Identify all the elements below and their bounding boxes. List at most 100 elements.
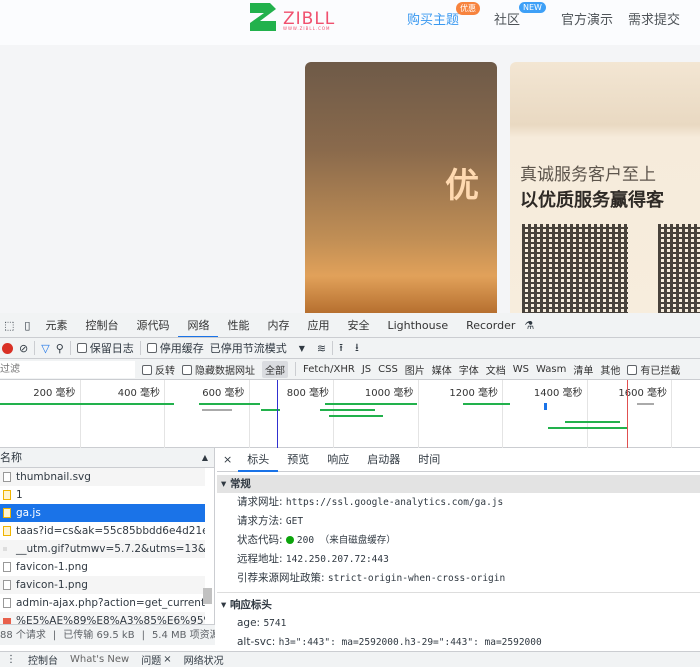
request-row[interactable]: favicon-1.png [0,558,205,576]
filter-type-font[interactable]: 字体 [459,362,479,377]
record-icon[interactable] [2,342,13,354]
tab-recorder[interactable]: Recorder [457,313,524,337]
tab-sources[interactable]: 源代码 [127,313,178,337]
service-banner[interactable]: 真诚服务客户至上 以优质服务赢得客 [510,62,700,314]
network-overview-timeline[interactable]: 200 毫秒 400 毫秒 600 毫秒 800 毫秒 1000 毫秒 1200 毫秒 14… [0,380,700,448]
request-row[interactable]: __utm.gif?utmwv=5.7.2&utms=13&utmn. [0,540,205,558]
name-column-header[interactable]: 名称 ▲ [0,448,214,468]
inspect-element-icon[interactable]: ⬚ [0,319,18,332]
clear-icon[interactable]: ⊘ [19,342,28,355]
chevron-down-icon[interactable]: ▼ [299,344,305,353]
resources-size: 5.4 MB 项资源 [151,630,215,641]
image-icon [3,547,7,551]
request-row[interactable]: thumbnail.svg [0,468,205,486]
drawer-tab-whats-new[interactable]: What's New [70,654,129,665]
timeline-gridline [248,380,250,448]
request-details: × 标头 预览 响应 启动器 时间 ▾ 常规 请求网址: https://ssl… [217,448,700,645]
disable-cache-checkbox[interactable]: 停用缓存 [146,340,204,356]
filter-type-ws[interactable]: WS [513,364,529,375]
header-row: 请求网址: https://ssl.google-analytics.com/g… [217,493,700,512]
filter-type-css[interactable]: CSS [378,364,398,375]
tab-memory[interactable]: 内存 [258,313,298,337]
filter-type-doc[interactable]: 文档 [486,362,506,377]
header-value[interactable]: 200 （来自磁盘缓存） [297,535,396,546]
request-name: admin-ajax.php?action=get_current_user [16,597,205,609]
tab-headers[interactable]: 标头 [238,448,279,472]
header-value[interactable]: GET [286,516,303,527]
general-section-toggle[interactable]: ▾ 常规 [217,475,700,493]
tab-response[interactable]: 响应 [318,448,358,472]
timeline-gridline [502,380,503,448]
request-row[interactable]: favicon-1.png [0,576,205,594]
promo-banner[interactable]: 优 [305,62,497,314]
banner-line2: 以优质服务赢得客 [520,190,664,211]
nav-buy-theme[interactable]: 购买主题 [407,9,459,28]
header-value[interactable]: h3=":443"; ma=2592000,h3-29=":443"; ma=2… [279,637,542,645]
preserve-log-checkbox[interactable]: 保留日志 [76,340,134,356]
hide-data-urls-label: 隐藏数据网址 [195,365,255,377]
filter-type-img[interactable]: 图片 [405,362,425,377]
close-icon[interactable]: × [217,453,238,466]
header-row: 远程地址: 142.250.207.72:443 [217,550,700,569]
header-value[interactable]: 5741 [263,618,286,629]
tab-lighthouse[interactable]: Lighthouse [378,313,457,337]
zibll-logo-icon[interactable] [250,3,276,31]
filter-type-xhr[interactable]: Fetch/XHR [303,364,355,375]
filter-type-js[interactable]: JS [362,364,371,375]
header-key: age: [237,617,261,629]
response-headers-toggle[interactable]: ▾ 响应标头 [217,596,700,614]
drawer-tabbar: ⋮ 控制台 What's New 问题 × 网络状况 [0,651,700,667]
filter-type-manifest[interactable]: 清单 [573,362,593,377]
hide-data-urls-checkbox[interactable]: 隐藏数据网址 [182,362,255,377]
tab-performance[interactable]: 性能 [218,313,258,337]
waterfall-bar [202,409,232,411]
close-issues-icon[interactable]: × [163,654,171,665]
invert-checkbox[interactable]: 反转 [142,362,175,377]
dom-content-loaded-line [276,380,278,448]
search-icon[interactable]: ⚲ [56,342,64,355]
scrollbar[interactable] [203,588,212,604]
import-har-icon[interactable]: ⭱ [339,339,343,358]
tab-network[interactable]: 网络 [178,313,219,337]
header-value[interactable]: https://ssl.google-analytics.com/ga.js [286,497,503,508]
tab-timing[interactable]: 时间 [409,448,449,472]
drawer-tab-network-conditions[interactable]: 网络状况 [184,652,224,667]
nav-request[interactable]: 需求提交 [628,9,680,28]
tab-console[interactable]: 控制台 [76,313,127,337]
tab-initiator[interactable]: 启动器 [358,448,409,472]
export-har-icon[interactable]: ⭳ [355,339,359,358]
filter-type-media[interactable]: 媒体 [432,362,452,377]
tab-elements[interactable]: 元素 [36,313,76,337]
network-conditions-icon[interactable]: ≋ [317,342,326,355]
device-toggle-icon[interactable]: ▯ [18,319,36,332]
filter-type-all[interactable]: 全部 [262,360,288,378]
tab-preview[interactable]: 预览 [278,448,318,472]
drawer-tab-issues[interactable]: 问题 [141,652,161,667]
tab-security[interactable]: 安全 [338,313,378,337]
blocked-checkbox[interactable]: 有已拦截 [627,362,680,377]
header-key: 请求方法: [237,515,283,527]
drawer-tab-console[interactable]: 控制台 [28,652,58,667]
throttle-select[interactable]: 已停用节流模式 [210,340,287,356]
filter-input[interactable] [0,360,135,378]
load-event-line [626,380,628,448]
filter-type-wasm[interactable]: Wasm [536,364,566,375]
nav-community[interactable]: 社区 [494,9,520,28]
invert-label: 反转 [155,365,175,377]
header-value[interactable]: 142.250.207.72:443 [286,554,389,565]
devtools-panel: ⬚ ▯ 元素 控制台 源代码 网络 性能 内存 应用 安全 Lighthouse… [0,313,700,667]
network-toolbar: ⊘ ▽ ⚲ 保留日志 停用缓存 已停用节流模式 ▼ ≋ ⭱ ⭳ [0,338,700,359]
nav-badge-new: NEW [519,2,546,13]
filter-icon[interactable]: ▽ [41,342,49,355]
request-row[interactable]: admin-ajax.php?action=get_current_user [0,594,205,612]
request-name: favicon-1.png [16,561,88,573]
request-row[interactable]: 1 [0,486,205,504]
drawer-menu-icon[interactable]: ⋮ [6,654,16,665]
tab-application[interactable]: 应用 [298,313,338,337]
header-value[interactable]: strict-origin-when-cross-origin [328,573,505,584]
filter-type-other[interactable]: 其他 [600,362,620,377]
script-icon [3,490,11,500]
request-row[interactable]: taas?id=cs&ak=55c85bbdd6e4d21e7278 [0,522,205,540]
request-row[interactable]: ga.js [0,504,205,522]
nav-demo[interactable]: 官方演示 [561,9,613,28]
